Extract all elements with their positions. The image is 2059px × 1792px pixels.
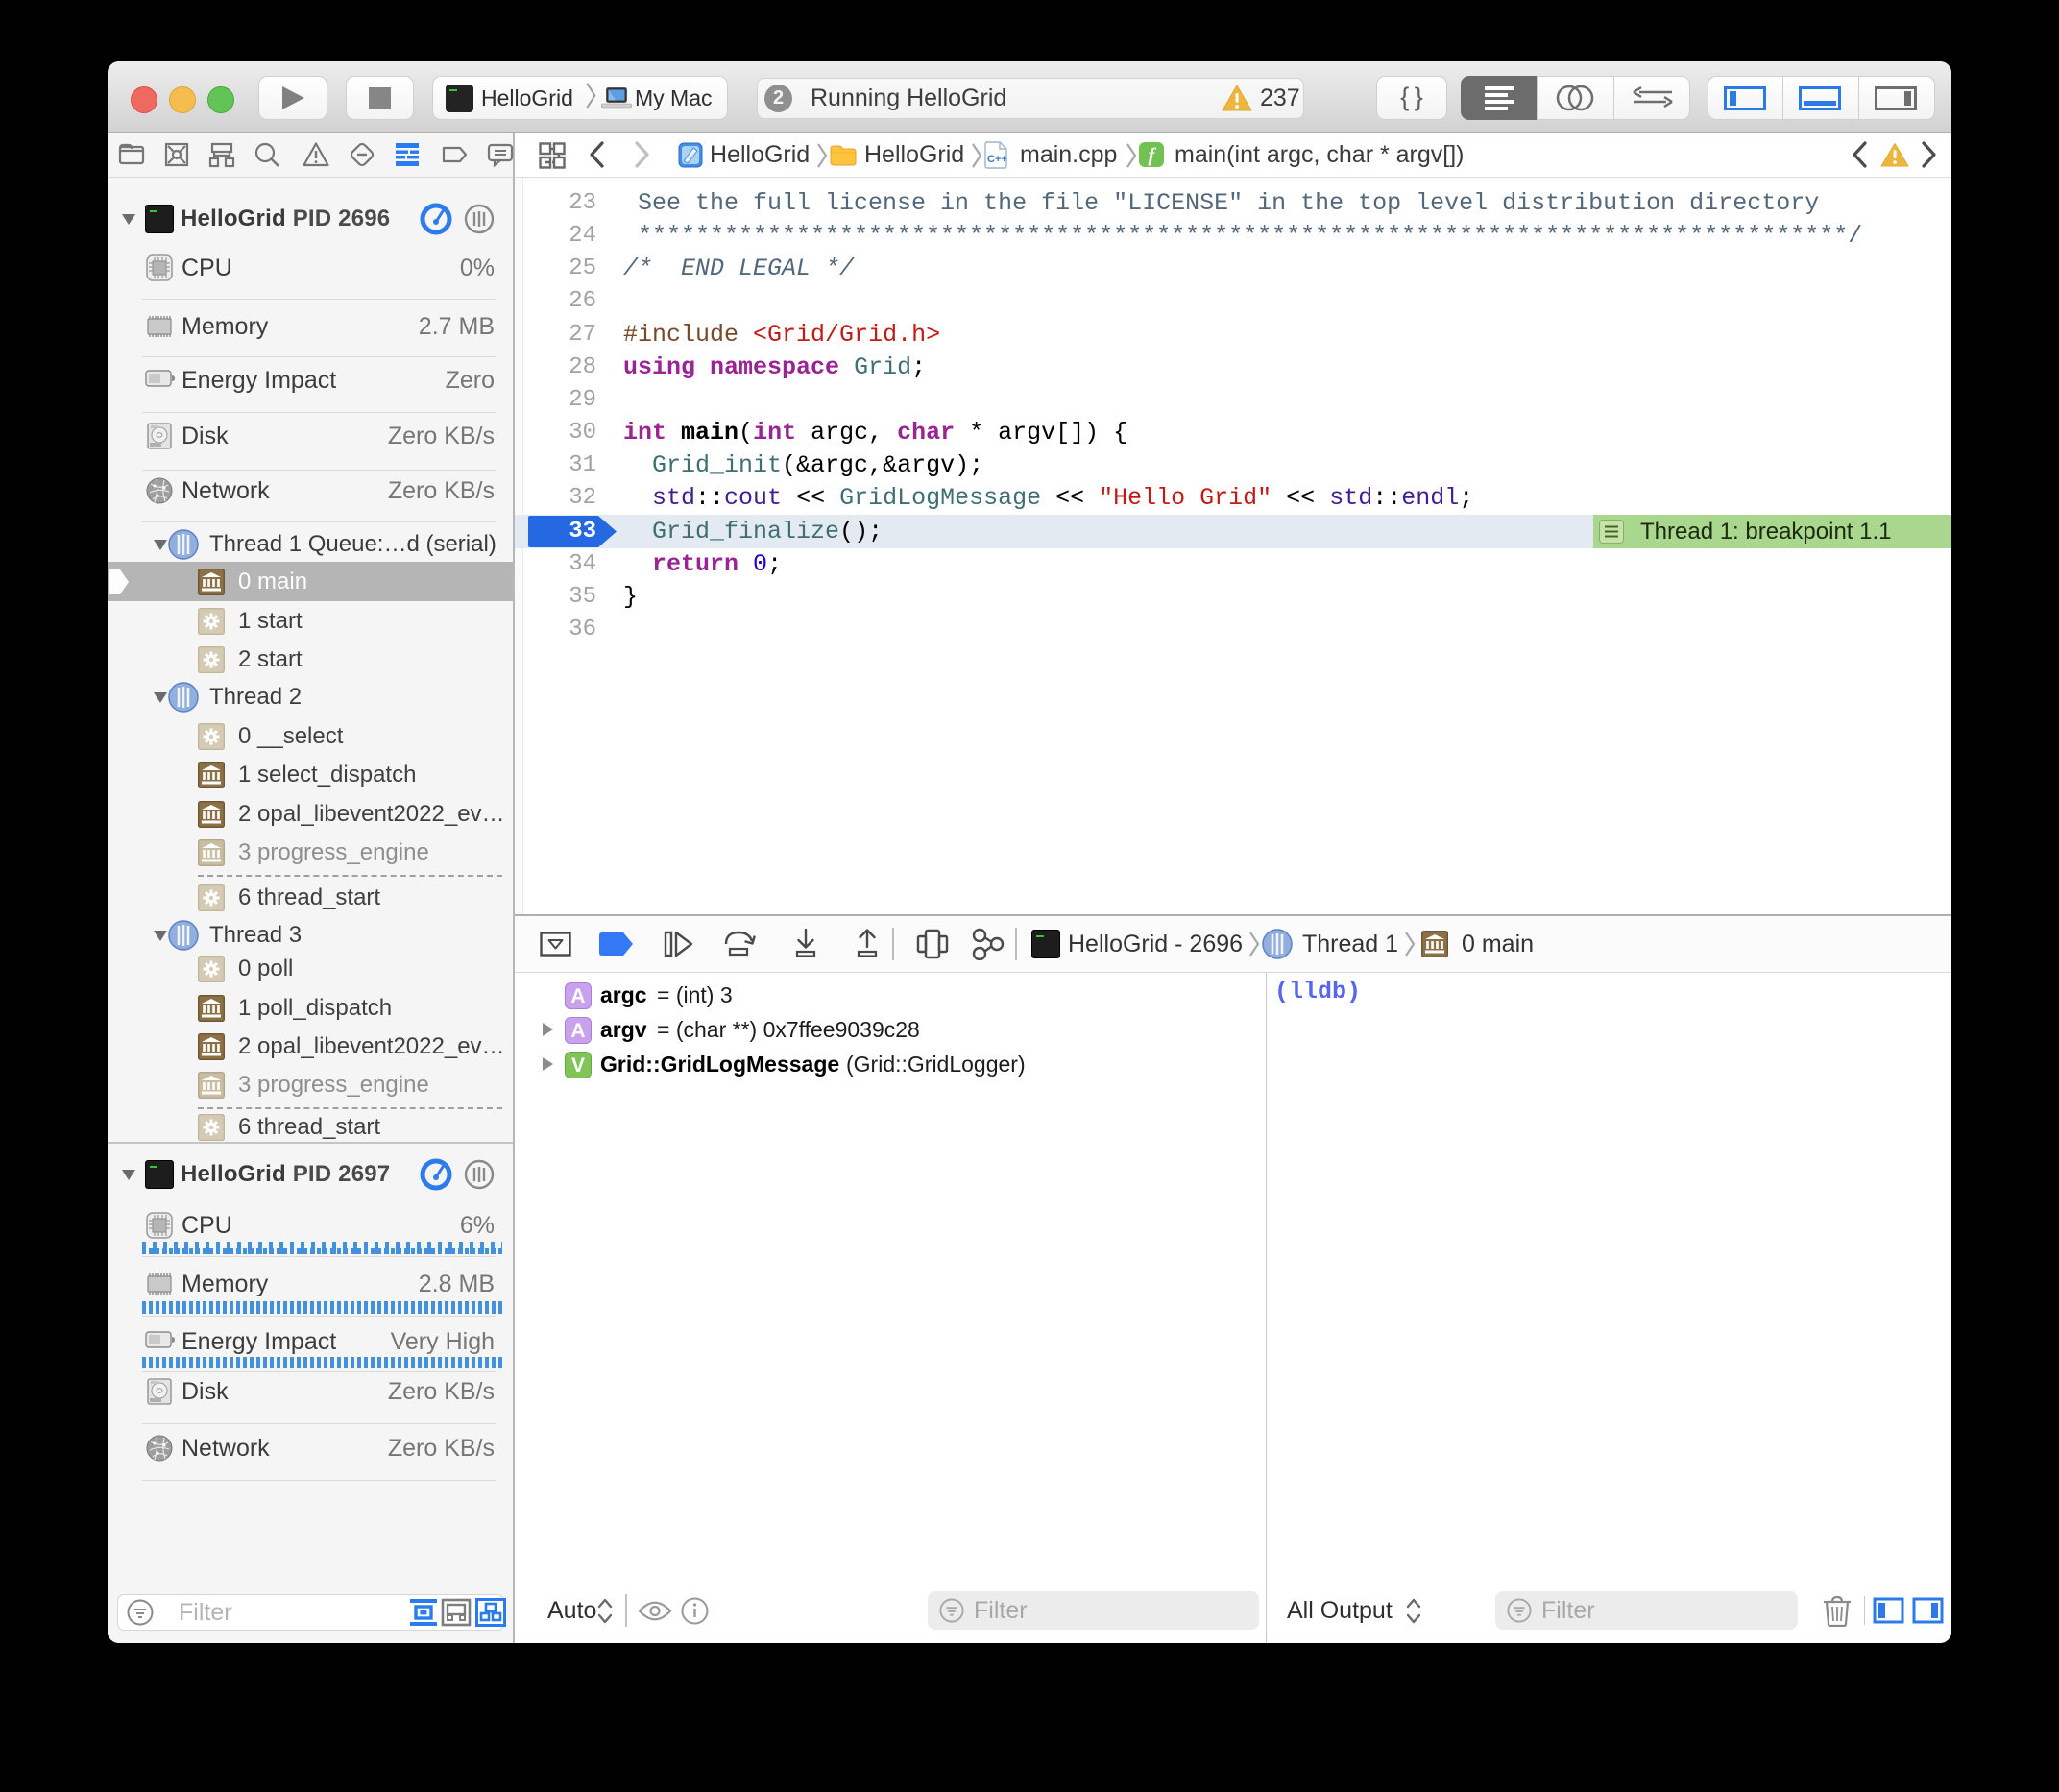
svg-text:C++: C++ — [987, 154, 1007, 165]
